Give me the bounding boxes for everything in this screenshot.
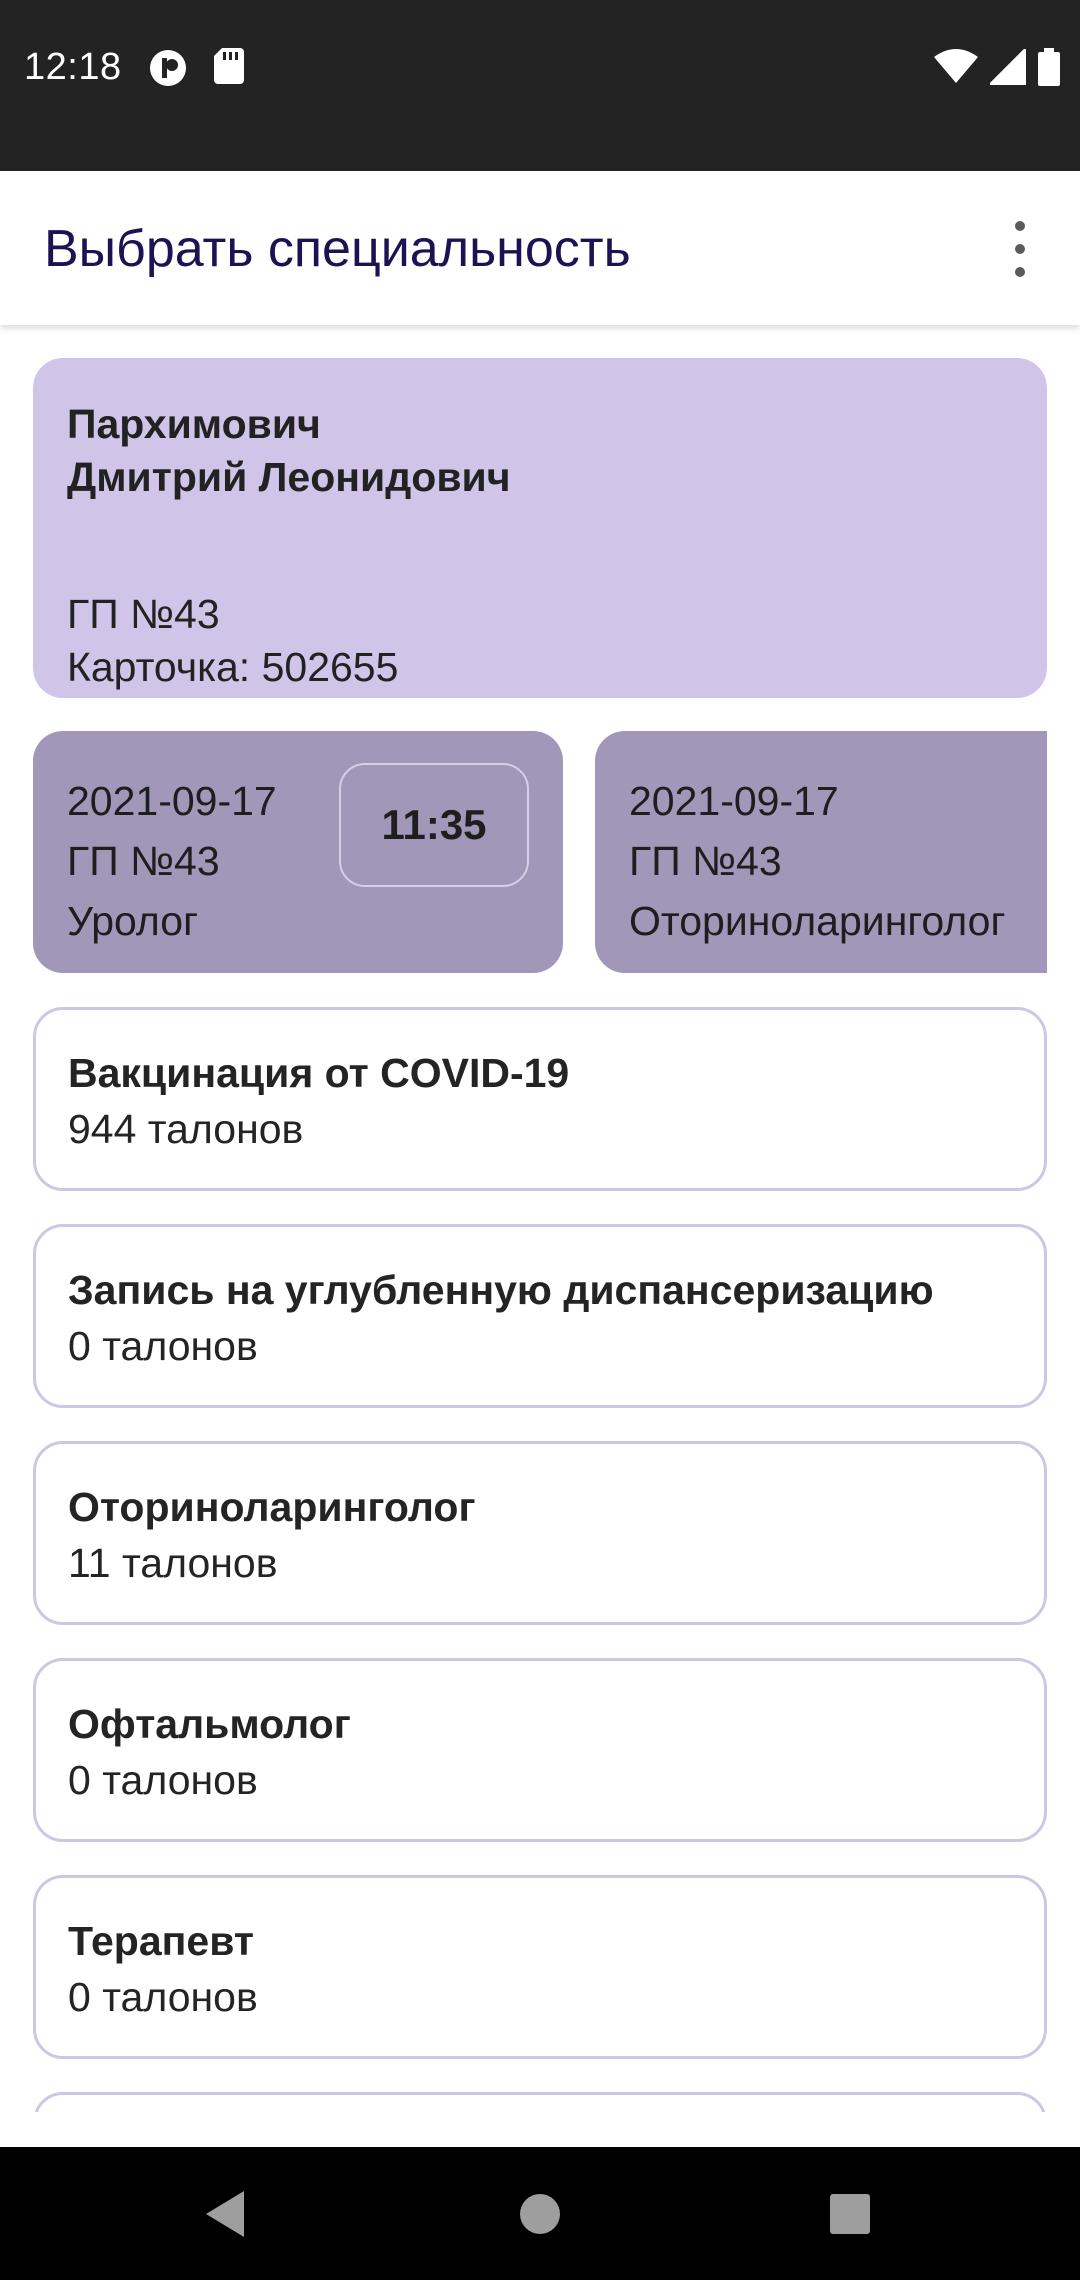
profile-name: Пархимович Дмитрий Леонидович (67, 401, 511, 500)
content-scroll[interactable]: Пархимович Дмитрий Леонидович ГП №43 Кар… (0, 325, 1080, 2112)
appointment-card[interactable]: 2021-09-17 ГП №43 Уролог 11:35 (33, 731, 563, 973)
appointment-clinic: ГП №43 (629, 838, 782, 884)
wifi-icon (934, 49, 978, 90)
specialty-name: Терапевт (68, 1918, 254, 1964)
appointment-time: 11:35 (339, 763, 529, 887)
status-bar: 12:18 (0, 0, 1080, 171)
appointment-date: 2021-09-17 (629, 778, 839, 824)
recents-icon[interactable] (805, 2169, 895, 2259)
specialty-name: Запись на углубленную диспансеризацию (68, 1267, 934, 1313)
navigation-bar (0, 2147, 1080, 2280)
appointment-specialty: Оториноларинголог (629, 898, 1006, 944)
specialty-count: 0 талонов (68, 1323, 258, 1369)
appointments-carousel[interactable]: 2021-09-17 ГП №43 Уролог 11:35 2021-09-1… (0, 731, 1080, 975)
specialty-card-partial[interactable] (33, 2092, 1047, 2112)
home-icon[interactable] (495, 2169, 585, 2259)
specialty-card[interactable]: Офтальмолог 0 талонов (33, 1658, 1047, 1842)
specialty-card[interactable]: Запись на углубленную диспансеризацию 0 … (33, 1224, 1047, 1408)
appointment-specialty: Уролог (67, 898, 199, 944)
more-vert-icon[interactable] (992, 213, 1048, 285)
specialty-card[interactable]: Оториноларинголог 11 талонов (33, 1441, 1047, 1625)
appointment-card[interactable]: 2021-09-17 ГП №43 Оториноларинголог (595, 731, 1080, 973)
specialty-card[interactable]: Терапевт 0 талонов (33, 1875, 1047, 2059)
specialty-card[interactable]: Вакцинация от COVID-19 944 талонов (33, 1007, 1047, 1191)
status-icons (934, 45, 1060, 91)
specialty-count: 11 талонов (68, 1540, 278, 1586)
profile-card-number: Карточка: 502655 (67, 644, 399, 690)
assistant-icon (148, 48, 188, 93)
status-time: 12:18 (24, 46, 122, 88)
back-icon[interactable] (181, 2169, 271, 2259)
battery-icon (1038, 48, 1060, 91)
profile-card[interactable]: Пархимович Дмитрий Леонидович ГП №43 Кар… (33, 358, 1047, 698)
app-bar: Выбрать специальность (0, 171, 1080, 325)
page-title: Выбрать специальность (44, 220, 631, 278)
specialty-count: 944 талонов (68, 1106, 304, 1152)
specialty-name: Оториноларинголог (68, 1484, 476, 1530)
specialty-count: 0 талонов (68, 1757, 258, 1803)
cell-signal-icon (986, 45, 1028, 90)
profile-clinic: ГП №43 (67, 591, 220, 637)
specialty-name: Вакцинация от COVID-19 (68, 1050, 570, 1096)
sd-card-icon (214, 48, 244, 89)
specialty-name: Офтальмолог (68, 1701, 351, 1747)
specialty-count: 0 талонов (68, 1974, 258, 2020)
